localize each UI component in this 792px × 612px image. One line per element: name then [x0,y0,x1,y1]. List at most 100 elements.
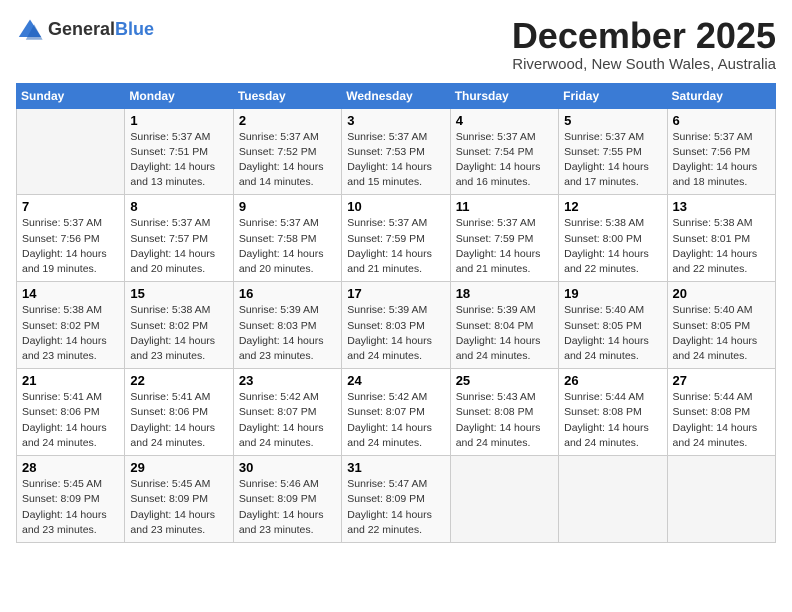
day-number: 31 [347,460,444,475]
weekday-header-row: SundayMondayTuesdayWednesdayThursdayFrid… [17,83,776,108]
day-number: 25 [456,373,553,388]
calendar-day-cell: 9Sunrise: 5:37 AM Sunset: 7:58 PM Daylig… [233,195,341,282]
day-info: Sunrise: 5:37 AM Sunset: 7:59 PM Dayligh… [456,216,553,277]
day-info: Sunrise: 5:37 AM Sunset: 7:55 PM Dayligh… [564,130,661,191]
day-number: 1 [130,113,227,128]
day-info: Sunrise: 5:37 AM Sunset: 7:56 PM Dayligh… [22,216,119,277]
calendar-week-row: 7 Sunrise: 5:37 AM Sunset: 7:56 PM Daylig… [17,195,776,282]
calendar-day-cell: 22 Sunrise: 5:41 AM Sunset: 8:06 PM Dayli… [125,369,233,456]
calendar-day-cell [17,108,125,195]
day-number: 22 [130,373,227,388]
day-number: 11 [456,199,553,214]
title-area: December 2025 Riverwood, New South Wales… [512,16,776,73]
calendar-day-cell: 11 Sunrise: 5:37 AM Sunset: 7:59 PM Dayli… [450,195,558,282]
day-info: Sunrise: 5:45 AM Sunset: 8:09 PM Dayligh… [130,477,227,538]
calendar-day-cell: 24Sunrise: 5:42 AM Sunset: 8:07 PM Dayli… [342,369,450,456]
day-info: Sunrise: 5:37 AM Sunset: 7:51 PM Dayligh… [130,130,227,191]
day-info: Sunrise: 5:38 AM Sunset: 8:00 PM Dayligh… [564,216,661,277]
calendar-day-cell: 8 Sunrise: 5:37 AM Sunset: 7:57 PM Daylig… [125,195,233,282]
day-number: 13 [673,199,770,214]
day-info: Sunrise: 5:41 AM Sunset: 8:06 PM Dayligh… [130,390,227,451]
day-info: Sunrise: 5:37 AM Sunset: 7:57 PM Dayligh… [130,216,227,277]
day-info: Sunrise: 5:46 AM Sunset: 8:09 PM Dayligh… [239,477,336,538]
logo-text-general: General [48,19,115,39]
calendar-day-cell: 21 Sunrise: 5:41 AM Sunset: 8:06 PM Dayli… [17,369,125,456]
day-number: 5 [564,113,661,128]
calendar-day-cell: 20Sunrise: 5:40 AM Sunset: 8:05 PM Dayli… [667,282,775,369]
calendar-day-cell: 26 Sunrise: 5:44 AM Sunset: 8:08 PM Dayli… [559,369,667,456]
calendar-day-cell [667,456,775,543]
header: GeneralBlue December 2025 Riverwood, New… [16,16,776,73]
day-info: Sunrise: 5:47 AM Sunset: 8:09 PM Dayligh… [347,477,444,538]
day-number: 12 [564,199,661,214]
calendar-week-row: 1 Sunrise: 5:37 AM Sunset: 7:51 PM Daylig… [17,108,776,195]
logo-icon [16,16,44,44]
day-info: Sunrise: 5:44 AM Sunset: 8:08 PM Dayligh… [673,390,770,451]
day-number: 6 [673,113,770,128]
calendar: SundayMondayTuesdayWednesdayThursdayFrid… [16,83,776,543]
calendar-day-cell: 12 Sunrise: 5:38 AM Sunset: 8:00 PM Dayli… [559,195,667,282]
logo: GeneralBlue [16,16,154,44]
day-info: Sunrise: 5:39 AM Sunset: 8:03 PM Dayligh… [347,303,444,364]
calendar-day-cell: 1 Sunrise: 5:37 AM Sunset: 7:51 PM Daylig… [125,108,233,195]
calendar-day-cell: 14 Sunrise: 5:38 AM Sunset: 8:02 PM Dayli… [17,282,125,369]
calendar-day-cell: 7 Sunrise: 5:37 AM Sunset: 7:56 PM Daylig… [17,195,125,282]
day-info: Sunrise: 5:39 AM Sunset: 8:03 PM Dayligh… [239,303,336,364]
calendar-day-cell: 30Sunrise: 5:46 AM Sunset: 8:09 PM Dayli… [233,456,341,543]
day-info: Sunrise: 5:38 AM Sunset: 8:02 PM Dayligh… [22,303,119,364]
weekday-header-cell: Friday [559,83,667,108]
day-number: 18 [456,286,553,301]
day-number: 26 [564,373,661,388]
day-number: 8 [130,199,227,214]
calendar-week-row: 21 Sunrise: 5:41 AM Sunset: 8:06 PM Dayli… [17,369,776,456]
calendar-week-row: 28 Sunrise: 5:45 AM Sunset: 8:09 PM Dayli… [17,456,776,543]
day-number: 17 [347,286,444,301]
calendar-day-cell: 4Sunrise: 5:37 AM Sunset: 7:54 PM Daylig… [450,108,558,195]
calendar-day-cell: 16Sunrise: 5:39 AM Sunset: 8:03 PM Dayli… [233,282,341,369]
calendar-day-cell: 23 Sunrise: 5:42 AM Sunset: 8:07 PM Dayli… [233,369,341,456]
weekday-header-cell: Thursday [450,83,558,108]
calendar-day-cell: 3Sunrise: 5:37 AM Sunset: 7:53 PM Daylig… [342,108,450,195]
calendar-day-cell: 18Sunrise: 5:39 AM Sunset: 8:04 PM Dayli… [450,282,558,369]
calendar-day-cell: 27 Sunrise: 5:44 AM Sunset: 8:08 PM Dayli… [667,369,775,456]
calendar-day-cell: 28 Sunrise: 5:45 AM Sunset: 8:09 PM Dayli… [17,456,125,543]
calendar-day-cell: 6 Sunrise: 5:37 AM Sunset: 7:56 PM Daylig… [667,108,775,195]
calendar-day-cell: 17 Sunrise: 5:39 AM Sunset: 8:03 PM Dayli… [342,282,450,369]
calendar-day-cell [450,456,558,543]
calendar-day-cell: 2Sunrise: 5:37 AM Sunset: 7:52 PM Daylig… [233,108,341,195]
weekday-header-cell: Monday [125,83,233,108]
day-info: Sunrise: 5:45 AM Sunset: 8:09 PM Dayligh… [22,477,119,538]
day-number: 7 [22,199,119,214]
weekday-header-cell: Saturday [667,83,775,108]
calendar-day-cell: 15 Sunrise: 5:38 AM Sunset: 8:02 PM Dayli… [125,282,233,369]
day-number: 14 [22,286,119,301]
day-number: 21 [22,373,119,388]
day-number: 15 [130,286,227,301]
calendar-day-cell: 19Sunrise: 5:40 AM Sunset: 8:05 PM Dayli… [559,282,667,369]
weekday-header-cell: Wednesday [342,83,450,108]
logo-text-blue: Blue [115,19,154,39]
day-number: 23 [239,373,336,388]
day-number: 19 [564,286,661,301]
day-info: Sunrise: 5:43 AM Sunset: 8:08 PM Dayligh… [456,390,553,451]
day-info: Sunrise: 5:38 AM Sunset: 8:02 PM Dayligh… [130,303,227,364]
day-info: Sunrise: 5:37 AM Sunset: 7:54 PM Dayligh… [456,130,553,191]
day-info: Sunrise: 5:40 AM Sunset: 8:05 PM Dayligh… [673,303,770,364]
calendar-day-cell: 5 Sunrise: 5:37 AM Sunset: 7:55 PM Daylig… [559,108,667,195]
day-number: 9 [239,199,336,214]
day-info: Sunrise: 5:42 AM Sunset: 8:07 PM Dayligh… [347,390,444,451]
month-title: December 2025 [512,16,776,56]
day-info: Sunrise: 5:37 AM Sunset: 7:59 PM Dayligh… [347,216,444,277]
day-info: Sunrise: 5:37 AM Sunset: 7:56 PM Dayligh… [673,130,770,191]
day-info: Sunrise: 5:41 AM Sunset: 8:06 PM Dayligh… [22,390,119,451]
day-number: 27 [673,373,770,388]
day-info: Sunrise: 5:44 AM Sunset: 8:08 PM Dayligh… [564,390,661,451]
location-title: Riverwood, New South Wales, Australia [512,56,776,73]
calendar-day-cell: 29 Sunrise: 5:45 AM Sunset: 8:09 PM Dayli… [125,456,233,543]
day-info: Sunrise: 5:42 AM Sunset: 8:07 PM Dayligh… [239,390,336,451]
day-number: 29 [130,460,227,475]
day-info: Sunrise: 5:37 AM Sunset: 7:52 PM Dayligh… [239,130,336,191]
calendar-day-cell: 10Sunrise: 5:37 AM Sunset: 7:59 PM Dayli… [342,195,450,282]
day-number: 28 [22,460,119,475]
calendar-body: 1 Sunrise: 5:37 AM Sunset: 7:51 PM Daylig… [17,108,776,542]
